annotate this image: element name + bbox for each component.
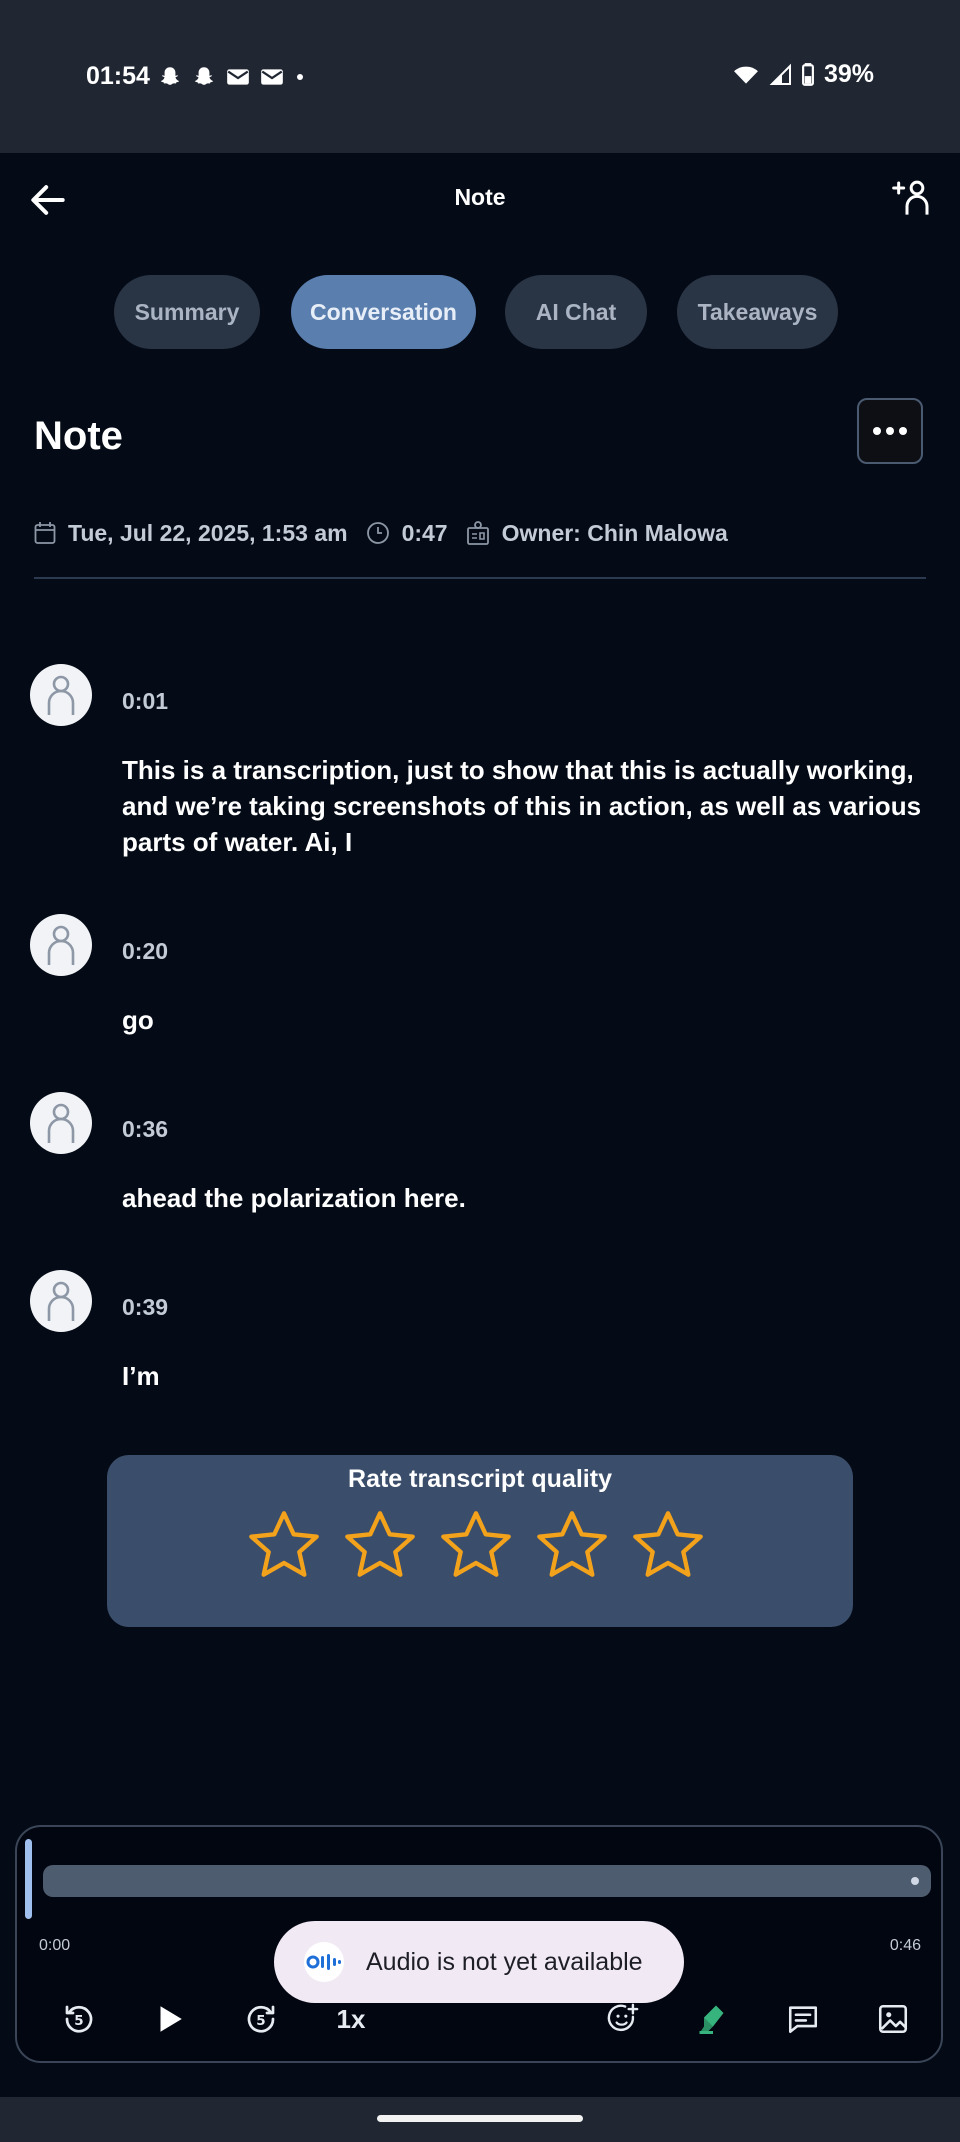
signal-icon [769,63,791,85]
rate-transcript-title: Rate transcript quality [348,1465,612,1493]
battery-icon [801,62,814,86]
comment-icon [788,2006,818,2034]
star-icon[interactable] [436,1505,516,1585]
transcript-timestamp[interactable]: 0:20 [122,938,168,965]
tab-conversation[interactable]: Conversation [291,275,476,349]
speaker-avatar[interactable] [30,664,92,726]
player-drag-handle[interactable] [25,1839,32,1919]
note-title: Note [34,414,123,458]
play-button[interactable] [141,1991,197,2047]
clock-icon [366,522,389,544]
battery-percentage: 39% [823,60,874,88]
owner-icon [466,521,489,545]
star-icon[interactable] [532,1505,612,1585]
status-bar: 01:54 39% [0,0,960,153]
star-rating [244,1505,708,1585]
snapchat-icon [160,67,180,85]
person-icon [47,1103,75,1143]
star-icon[interactable] [244,1505,324,1585]
tab-ai-chat[interactable]: AI Chat [505,275,647,349]
note-owner: Owner: Chin Malowa [501,519,728,546]
add-person-button[interactable] [892,178,932,218]
dot-icon [297,74,303,80]
home-indicator[interactable] [377,2115,583,2122]
person-icon [47,675,75,715]
forward-5-button[interactable]: 5 [233,1991,289,2047]
star-icon[interactable] [340,1505,420,1585]
transcript-text: This is a transcription, just to show th… [122,755,922,857]
status-right: 39% [732,60,874,89]
status-time: 01:54 [86,62,150,90]
toast-text: Audio is not yet available [366,1947,643,1976]
transcript-timestamp[interactable]: 0:39 [122,1294,168,1321]
calendar-icon [34,522,56,544]
app-bar-title: Note [454,184,506,210]
rate-transcript-card: Rate transcript quality [107,1455,853,1627]
time-elapsed: 0:00 [39,1937,71,1954]
svg-text:5: 5 [256,2013,265,2029]
wifi-icon [734,66,758,84]
rewind-5-icon: 5 [65,2005,93,2033]
highlight-button[interactable] [685,1991,741,2047]
comment-button[interactable] [775,1991,831,2047]
tab-summary[interactable]: Summary [114,275,260,349]
star-icon[interactable] [628,1505,708,1585]
transcript-text: I’m [122,1361,160,1391]
rewind-5-button[interactable]: 5 [51,1991,107,2047]
mail-icon [261,69,283,85]
transcript-text: ahead the polarization here. [122,1183,466,1213]
add-person-icon [892,180,929,215]
svg-text:5: 5 [74,2013,83,2029]
speaker-avatar[interactable] [30,1270,92,1332]
image-icon [878,2004,908,2034]
speaker-avatar[interactable] [30,1092,92,1154]
person-icon [47,1281,75,1321]
progress-end-dot [911,1877,919,1885]
highlighter-icon [699,2005,724,2034]
progress-slider[interactable] [43,1865,931,1897]
more-horizontal-icon [873,427,907,435]
note-date: Tue, Jul 22, 2025, 1:53 am [68,519,348,546]
tab-takeaways[interactable]: Takeaways [677,275,838,349]
system-nav-bar [0,2097,960,2142]
toast-audio-unavailable: Audio is not yet available [274,1921,684,2003]
mail-icon [227,69,249,85]
image-button[interactable] [865,1991,921,2047]
notification-icons [157,64,307,90]
emoji-add-icon [607,2003,639,2032]
play-icon [160,2006,182,2032]
note-duration: 0:47 [401,519,448,546]
person-icon [47,925,75,965]
snapchat-icon [194,67,214,85]
time-total: 0:46 [889,1937,921,1954]
forward-5-icon: 5 [247,2005,275,2033]
tab-bar: Summary Conversation AI Chat Takeaways [0,275,960,349]
note-meta: Tue, Jul 22, 2025, 1:53 am 0:47 Owner: C… [34,518,728,548]
otter-logo-icon [304,1942,344,1982]
speaker-avatar[interactable] [30,914,92,976]
transcript-timestamp[interactable]: 0:36 [122,1116,168,1143]
more-options-button[interactable] [857,398,923,464]
header-divider [34,577,926,579]
transcript-text: go [122,1005,154,1035]
transcript-timestamp[interactable]: 0:01 [122,688,168,715]
